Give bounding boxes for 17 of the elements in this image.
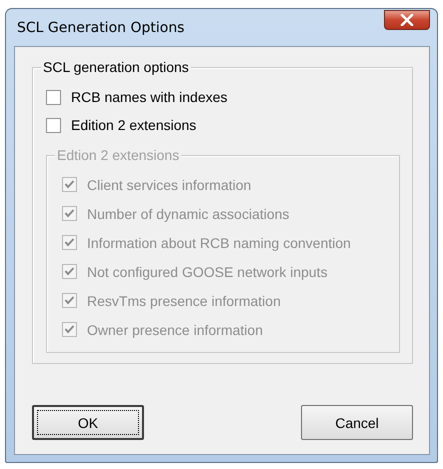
close-icon (400, 14, 414, 26)
cancel-button[interactable]: Cancel (301, 405, 413, 440)
checkbox[interactable] (46, 90, 61, 104)
checkbox-label: RCB names with indexes (71, 89, 228, 105)
checkbox-label: ResvTms presence information (87, 292, 281, 308)
checkbox-label: Not configured GOOSE network inputs (87, 264, 328, 280)
group-title: SCL generation options (41, 59, 191, 75)
checkbox-label: Owner presence information (87, 322, 263, 338)
checkbox[interactable] (46, 118, 61, 132)
close-button[interactable] (384, 10, 430, 30)
group-title: Edtion 2 extensions (55, 147, 182, 163)
checkbox-label: Information about RCB naming convention (87, 234, 351, 250)
checkbox-label: Client services information (87, 176, 252, 192)
checkbox-label: Number of dynamic associations (87, 206, 290, 222)
window-title: SCL Generation Options (16, 20, 184, 36)
ok-button[interactable]: OK (32, 405, 144, 440)
checkbox-label: Edition 2 extensions (71, 117, 196, 133)
